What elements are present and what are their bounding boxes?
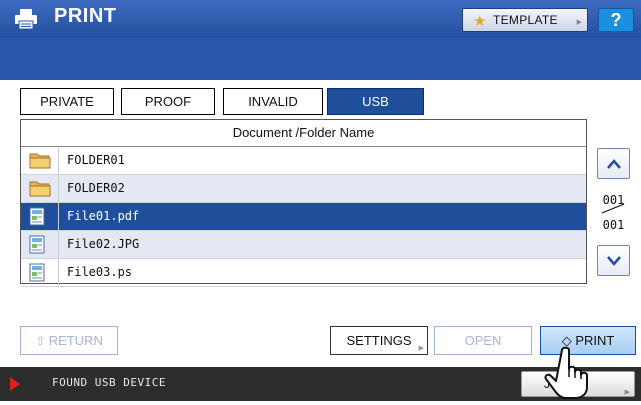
template-label: TEMPLATE — [493, 13, 558, 27]
open-button[interactable]: OPEN — [434, 326, 532, 355]
settings-button[interactable]: SETTINGS ▶ — [330, 326, 428, 355]
file-name: File02.JPG — [67, 237, 140, 251]
file-name: File01.pdf — [67, 209, 140, 223]
tab-proof[interactable]: PROOF — [121, 88, 215, 115]
corner-arrow-icon: ▶ — [576, 19, 582, 26]
file-name: File03.ps — [67, 265, 133, 279]
page-title: PRINT — [54, 5, 117, 27]
page-current: 001 — [602, 193, 625, 207]
column-header: Document /Folder Name — [21, 120, 586, 147]
list-item[interactable]: File02.JPG — [21, 231, 586, 259]
pointing-hand-icon — [544, 346, 588, 399]
tab-private[interactable]: PRIVATE — [20, 88, 114, 115]
chevron-up-icon — [607, 159, 621, 169]
tab-usb[interactable]: USB — [327, 88, 424, 115]
printer-icon — [15, 9, 37, 30]
corner-arrow-icon: ▶ — [418, 345, 424, 352]
folder-icon — [29, 153, 51, 169]
tab-invalid[interactable]: INVALID — [223, 88, 323, 115]
document-icon — [29, 207, 45, 226]
title-bar: PRINT ★ TEMPLATE ▶ ? — [0, 0, 641, 38]
list-item[interactable]: File01.pdf — [21, 203, 586, 231]
file-name: FOLDER02 — [67, 181, 125, 195]
document-icon — [29, 235, 45, 254]
settings-label: SETTINGS — [346, 333, 412, 348]
return-button[interactable]: ⇧ RETURN — [20, 326, 118, 355]
list-item[interactable]: File03.ps — [21, 259, 586, 287]
list-item[interactable]: FOLDER02 — [21, 175, 586, 203]
folder-icon — [29, 181, 51, 197]
star-icon: ★ — [473, 13, 487, 30]
file-list: Document /Folder Name FOLDER01 FOLDER02 — [20, 119, 587, 287]
scroll-up-button[interactable] — [597, 148, 630, 179]
template-button[interactable]: ★ TEMPLATE ▶ — [462, 8, 588, 32]
document-icon — [29, 263, 45, 282]
chevron-down-icon — [607, 256, 621, 266]
scroll-down-button[interactable] — [597, 245, 630, 276]
help-button[interactable]: ? — [598, 8, 634, 32]
info-band — [0, 38, 641, 80]
arrow-up-icon: ⇧ — [35, 334, 46, 348]
return-label: RETURN — [48, 333, 103, 348]
file-name: FOLDER01 — [67, 153, 125, 167]
list-item[interactable]: FOLDER01 — [21, 147, 586, 175]
status-message: FOUND USB DEVICE — [52, 376, 166, 389]
alert-arrow-icon — [10, 377, 20, 391]
page-total: 001 — [602, 218, 625, 232]
corner-arrow-icon: ▶ — [624, 389, 630, 396]
